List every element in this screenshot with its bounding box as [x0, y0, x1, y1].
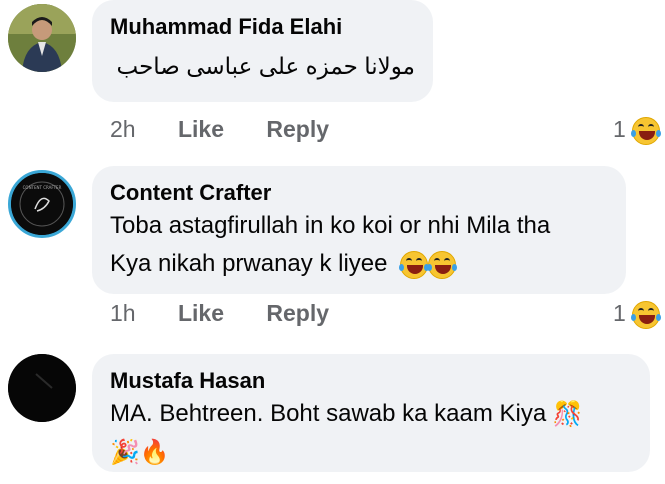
- comment-author[interactable]: Mustafa Hasan: [110, 367, 632, 395]
- fire-icon: 🔥: [139, 439, 170, 467]
- reaction-count: 1: [613, 116, 626, 142]
- avatar[interactable]: [8, 4, 76, 72]
- comment-bubble: Mustafa Hasan MA. Behtreen. Boht sawab k…: [92, 354, 650, 472]
- svg-text:CONTENT CRAFTER: CONTENT CRAFTER: [23, 185, 62, 190]
- comment-bubble: Content Crafter Toba astagfirullah in ko…: [92, 166, 626, 294]
- comment-text-line-1: MA. Behtreen. Boht sawab ka kaam Kiya 🎊: [110, 395, 632, 434]
- comment-text-line-2: 🎉🔥: [110, 434, 632, 473]
- avatar[interactable]: [8, 354, 76, 422]
- comment-text-line-2: Kya nikah prwanay k liyee: [110, 245, 608, 283]
- reply-button[interactable]: Reply: [266, 116, 329, 143]
- like-button[interactable]: Like: [178, 300, 224, 327]
- comment-actions: 2h Like Reply: [110, 116, 365, 143]
- reaction-count: 1: [613, 300, 626, 326]
- comment-author[interactable]: Muhammad Fida Elahi: [110, 13, 415, 41]
- confetti-ball-icon: 🎊: [552, 400, 583, 428]
- avatar[interactable]: CONTENT CRAFTER: [8, 170, 76, 238]
- comment-text-line-2-text: Kya nikah prwanay k liyee: [110, 250, 388, 277]
- avatar-photo: [8, 354, 76, 422]
- like-button[interactable]: Like: [178, 116, 224, 143]
- laugh-cry-emoji-icon: [631, 116, 662, 145]
- reaction-summary[interactable]: 1: [613, 300, 662, 329]
- comment-author[interactable]: Content Crafter: [110, 179, 608, 207]
- avatar-photo: [8, 4, 76, 72]
- comment-actions: 1h Like Reply: [110, 300, 365, 327]
- comment-text-line-1: Toba astagfirullah in ko koi or nhi Mila…: [110, 212, 551, 239]
- content-crafter-logo: CONTENT CRAFTER: [11, 173, 73, 235]
- reply-button[interactable]: Reply: [266, 300, 329, 327]
- laugh-cry-emoji-icon: [631, 300, 662, 329]
- comment-timestamp[interactable]: 1h: [110, 300, 136, 327]
- laugh-cry-emoji-icon: [427, 250, 458, 279]
- comment-text-line-1-text: MA. Behtreen. Boht sawab ka kaam Kiya: [110, 400, 547, 427]
- laugh-cry-emoji-icon: [399, 250, 430, 279]
- reaction-summary[interactable]: 1: [613, 116, 662, 145]
- comment-bubble: Muhammad Fida Elahi مولانا حمزه على عباس…: [92, 0, 433, 102]
- party-popper-icon: 🎉: [110, 439, 140, 467]
- comment-timestamp[interactable]: 2h: [110, 116, 136, 143]
- comment-text: مولانا حمزه على عباسى صاحب: [116, 53, 415, 79]
